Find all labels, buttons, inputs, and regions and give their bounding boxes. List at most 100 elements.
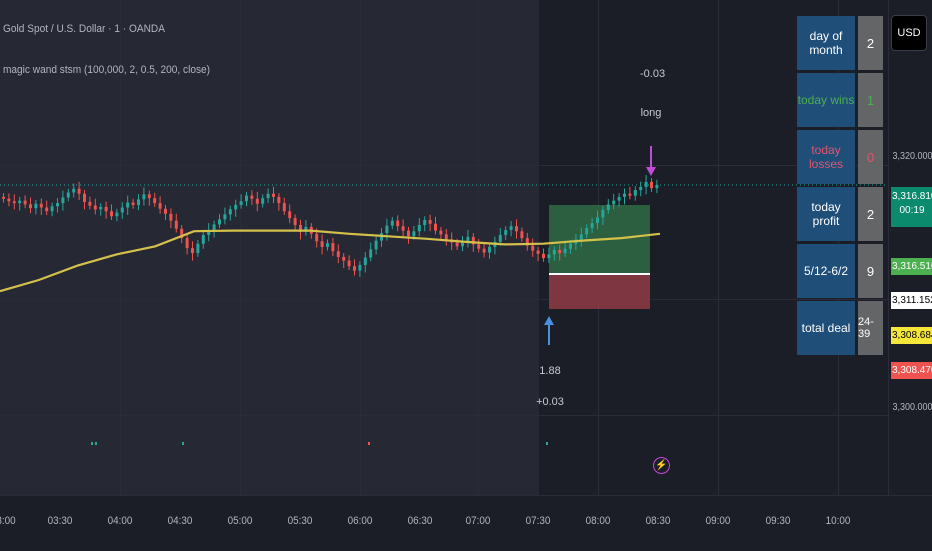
price-axis[interactable]: 3,320.000 3,300.000 3,316.810 00:19 3,31… <box>888 0 932 495</box>
candle-body <box>39 203 43 208</box>
candle-body <box>272 193 275 197</box>
indicator-legend[interactable]: magic wand stsm (100,000, 2, 0.5, 200, c… <box>3 64 210 76</box>
green-price-tag: 3,316.516 <box>891 258 932 275</box>
trade-label-value: -0.03 <box>640 68 666 80</box>
time-label: 09:30 <box>765 515 791 527</box>
candle-body <box>326 243 329 247</box>
yellow-price-tag: 3,308.684 <box>891 327 932 344</box>
price-label: 3,320.000 <box>891 151 932 162</box>
time-label: 08:00 <box>585 515 611 527</box>
candle-body <box>428 220 432 224</box>
candle-body <box>261 198 265 204</box>
lightning-icon[interactable]: ⚡ <box>653 457 670 474</box>
price-label: 3,300.000 <box>891 402 932 413</box>
candle-body <box>250 195 254 199</box>
time-label: 05:00 <box>227 515 253 527</box>
time-label: 04:30 <box>167 515 193 527</box>
candle-body <box>61 197 65 204</box>
candle-body <box>444 234 448 240</box>
candle-body <box>137 199 140 205</box>
candle-body <box>596 217 599 224</box>
candle-body <box>455 242 459 247</box>
candle-body <box>18 200 22 204</box>
candle-body <box>320 241 324 247</box>
currency-button[interactable]: USD <box>891 15 927 51</box>
candle-body <box>277 196 281 204</box>
candle-body <box>542 253 545 259</box>
time-axis[interactable]: 3:00 03:30 04:00 04:30 05:00 05:30 06:00 06:30 0… <box>0 495 932 551</box>
candle-body <box>282 203 286 212</box>
candle-body <box>77 188 81 194</box>
candle-body <box>369 249 373 258</box>
candle-body <box>439 230 443 235</box>
candle-body <box>56 203 59 207</box>
candle-body <box>531 245 535 251</box>
candle-body <box>342 256 346 261</box>
stats-value: 1 <box>858 73 883 127</box>
candle-body <box>390 220 394 226</box>
long-entry-arrowhead <box>544 316 554 325</box>
candle-body <box>336 251 340 257</box>
candle-body <box>552 250 556 255</box>
candle-body <box>466 236 470 242</box>
candle-body <box>142 194 146 200</box>
candle-body <box>639 186 643 190</box>
candle-body <box>401 226 405 231</box>
candle-body <box>606 204 610 210</box>
time-label: 09:00 <box>705 515 731 527</box>
candle-body <box>153 198 157 204</box>
stats-row: today wins 1 <box>797 73 883 127</box>
candle-body <box>228 209 232 215</box>
candle-body <box>23 200 27 205</box>
candle-body <box>547 254 551 259</box>
candle-body <box>288 211 292 219</box>
signal-dot <box>95 442 97 445</box>
chart-pane[interactable]: Gold Spot / U.S. Dollar · 1 · OANDA magi… <box>0 0 888 495</box>
stats-row: today profit 2 <box>797 187 883 241</box>
candle-body <box>623 193 626 197</box>
candle-body <box>412 231 416 237</box>
time-label: 07:00 <box>465 515 491 527</box>
time-label: 3:00 <box>0 515 16 527</box>
candle-body <box>358 265 362 271</box>
candle-body <box>2 196 5 199</box>
candle-body <box>347 260 351 267</box>
candle-body <box>191 248 194 254</box>
candle-body <box>212 224 216 230</box>
candle-body <box>34 203 38 209</box>
candle-body <box>50 206 54 212</box>
stats-row: total deal 24-39 <box>797 301 883 355</box>
candle-body <box>266 193 270 199</box>
candle-body <box>185 238 189 249</box>
candle-body <box>590 223 594 229</box>
loss-zone <box>549 275 650 309</box>
candle-body <box>331 243 335 252</box>
candle-body <box>617 196 621 201</box>
candle-body <box>239 201 243 205</box>
candle-body <box>515 226 518 232</box>
candle-body <box>563 248 567 254</box>
candle-body <box>66 192 70 198</box>
candle-body <box>174 220 178 229</box>
candle-body <box>223 214 227 220</box>
candle-body <box>612 200 616 205</box>
candle-body <box>99 206 103 210</box>
candle-body <box>488 246 491 253</box>
stats-label: today losses <box>797 130 855 184</box>
red-price-tag: 3,308.470 <box>891 362 932 379</box>
candle-body <box>363 257 367 265</box>
candle-body <box>158 203 162 209</box>
candle-body <box>520 231 524 239</box>
candle-body <box>147 194 151 199</box>
candle-body <box>93 205 97 210</box>
candle-body <box>255 198 259 204</box>
white-price-tag: 3,311.152 <box>891 292 932 309</box>
candle-body <box>644 181 648 187</box>
stats-label: today profit <box>797 187 855 241</box>
signal-dot <box>546 442 548 445</box>
symbol-title[interactable]: Gold Spot / U.S. Dollar · 1 · OANDA <box>3 23 165 35</box>
candle-body <box>120 207 124 213</box>
candle-body <box>423 220 427 225</box>
bar-countdown: 00:19 <box>899 205 925 216</box>
candle-body <box>569 243 572 249</box>
